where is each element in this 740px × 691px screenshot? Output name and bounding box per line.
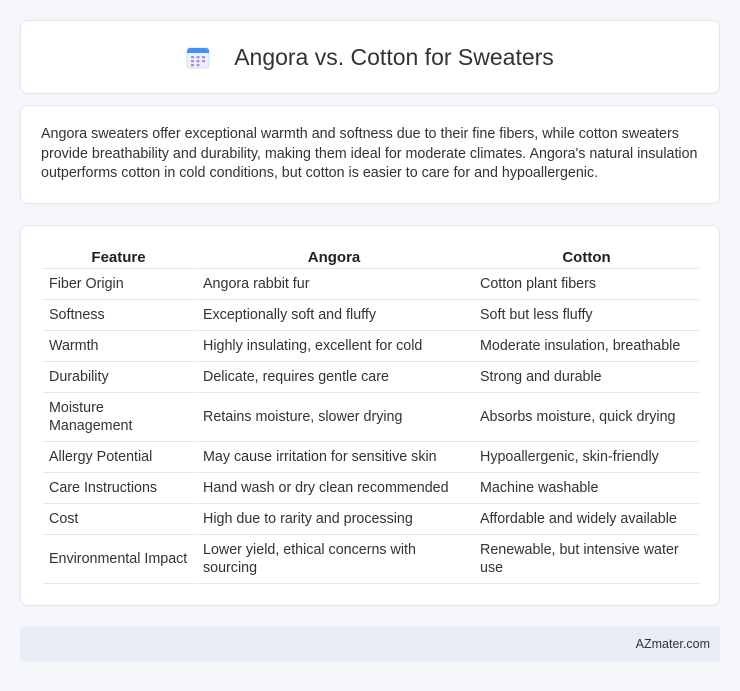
- angora-cell: Retains moisture, slower drying: [194, 393, 471, 442]
- feature-cell: Softness: [43, 300, 194, 331]
- table-row: Softness Exceptionally soft and fluffy S…: [43, 300, 699, 331]
- summary-card: Angora sweaters offer exceptional warmth…: [20, 105, 720, 204]
- cotton-cell: Machine washable: [471, 473, 699, 504]
- title-card: Angora vs. Cotton for Sweaters: [20, 20, 720, 94]
- footer-site-name: AZmater.com: [635, 637, 710, 651]
- cotton-cell: Absorbs moisture, quick drying: [471, 393, 699, 442]
- cotton-cell: Strong and durable: [471, 362, 699, 393]
- page-title: Angora vs. Cotton for Sweaters: [234, 43, 554, 70]
- feature-cell: Warmth: [43, 331, 194, 362]
- cotton-cell: Renewable, but intensive water use: [471, 535, 699, 584]
- table-row: Allergy Potential May cause irritation f…: [43, 442, 699, 473]
- cotton-cell: Soft but less fluffy: [471, 300, 699, 331]
- angora-cell: Hand wash or dry clean recommended: [194, 473, 471, 504]
- table-row: Durability Delicate, requires gentle car…: [43, 362, 699, 393]
- feature-cell: Cost: [43, 504, 194, 535]
- header-angora: Angora: [194, 246, 471, 269]
- feature-cell: Care Instructions: [43, 473, 194, 504]
- cotton-cell: Hypoallergenic, skin-friendly: [471, 442, 699, 473]
- cotton-cell: Cotton plant fibers: [471, 269, 699, 300]
- angora-cell: Exceptionally soft and fluffy: [194, 300, 471, 331]
- table-row: Moisture Management Retains moisture, sl…: [43, 393, 699, 442]
- comparison-card: Feature Angora Cotton Fiber Origin Angor…: [20, 225, 720, 606]
- angora-cell: Lower yield, ethical concerns with sourc…: [194, 535, 471, 584]
- feature-cell: Environmental Impact: [43, 535, 194, 584]
- header-feature: Feature: [43, 246, 194, 269]
- feature-cell: Fiber Origin: [43, 269, 194, 300]
- angora-cell: Angora rabbit fur: [194, 269, 471, 300]
- cotton-cell: Moderate insulation, breathable: [471, 331, 699, 362]
- feature-cell: Moisture Management: [43, 393, 194, 442]
- table-row: Environmental Impact Lower yield, ethica…: [43, 535, 699, 584]
- calendar-icon: [186, 45, 210, 69]
- angora-cell: May cause irritation for sensitive skin: [194, 442, 471, 473]
- table-row: Fiber Origin Angora rabbit fur Cotton pl…: [43, 269, 699, 300]
- summary-text: Angora sweaters offer exceptional warmth…: [41, 126, 698, 181]
- footer: AZmater.com: [20, 627, 720, 661]
- header-cotton: Cotton: [471, 246, 699, 269]
- comparison-table: Feature Angora Cotton Fiber Origin Angor…: [43, 246, 699, 584]
- table-header-row: Feature Angora Cotton: [43, 246, 699, 269]
- angora-cell: Delicate, requires gentle care: [194, 362, 471, 393]
- cotton-cell: Affordable and widely available: [471, 504, 699, 535]
- angora-cell: High due to rarity and processing: [194, 504, 471, 535]
- feature-cell: Durability: [43, 362, 194, 393]
- table-row: Cost High due to rarity and processing A…: [43, 504, 699, 535]
- table-row: Warmth Highly insulating, excellent for …: [43, 331, 699, 362]
- feature-cell: Allergy Potential: [43, 442, 194, 473]
- table-row: Care Instructions Hand wash or dry clean…: [43, 473, 699, 504]
- angora-cell: Highly insulating, excellent for cold: [194, 331, 471, 362]
